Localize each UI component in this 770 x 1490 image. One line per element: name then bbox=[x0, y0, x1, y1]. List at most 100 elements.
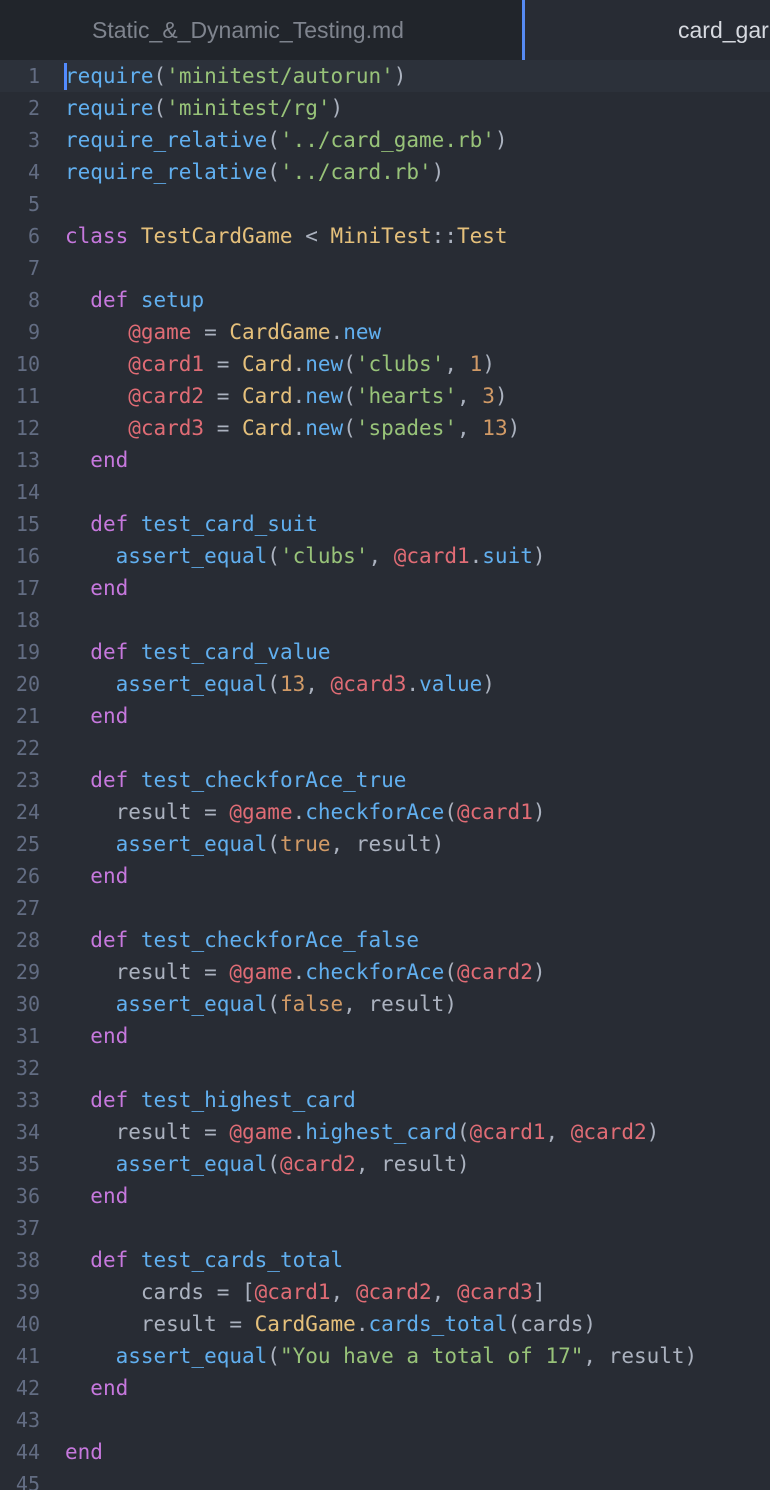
code-line[interactable]: 24 result = @game.checkforAce(@card1) bbox=[0, 796, 770, 828]
code-token: . bbox=[469, 544, 483, 568]
code-text: def test_cards_total bbox=[65, 1244, 343, 1276]
code-line[interactable]: 34 result = @game.highest_card(@card1, @… bbox=[0, 1116, 770, 1148]
code-line[interactable]: 41 assert_equal("You have a total of 17"… bbox=[0, 1340, 770, 1372]
code-editor[interactable]: 1 require('minitest/autorun') 2 require('mi… bbox=[0, 60, 770, 1490]
code-token: @card1 bbox=[128, 352, 205, 376]
code-text: assert_equal(13, @card3.value) bbox=[65, 668, 495, 700]
code-line[interactable]: 11 @card2 = Card.new('hearts', 3) bbox=[0, 380, 770, 412]
code-token: ( bbox=[444, 800, 457, 824]
code-token: require_relative bbox=[65, 128, 268, 152]
code-line[interactable]: 16 assert_equal('clubs', @card1.suit) bbox=[0, 540, 770, 572]
code-line[interactable]: 10 @card1 = Card.new('clubs', 1) bbox=[0, 348, 770, 380]
code-line[interactable]: 33 def test_highest_card bbox=[0, 1084, 770, 1116]
code-line[interactable]: 43 bbox=[0, 1404, 770, 1436]
code-token: ( bbox=[343, 416, 356, 440]
code-token: assert_equal bbox=[115, 544, 268, 568]
code-line[interactable]: 17 end bbox=[0, 572, 770, 604]
code-line[interactable]: 29 result = @game.checkforAce(@card2) bbox=[0, 956, 770, 988]
code-text: assert_equal(false, result) bbox=[65, 988, 457, 1020]
code-line[interactable]: 4 require_relative('../card.rb') bbox=[0, 156, 770, 188]
code-token: suit bbox=[482, 544, 533, 568]
line-number: 38 bbox=[15, 1248, 40, 1272]
code-token: 'minitest/autorun' bbox=[166, 64, 394, 88]
code-line[interactable]: 42 end bbox=[0, 1372, 770, 1404]
code-line[interactable]: 14 bbox=[0, 476, 770, 508]
code-token: new bbox=[305, 416, 344, 440]
code-token: , result) bbox=[583, 1344, 698, 1368]
code-token: . bbox=[292, 960, 306, 984]
code-line[interactable]: 45 bbox=[0, 1468, 770, 1490]
code-line[interactable]: 38 def test_cards_total bbox=[0, 1244, 770, 1276]
code-line[interactable]: 19 def test_card_value bbox=[0, 636, 770, 668]
code-line[interactable]: 7 bbox=[0, 252, 770, 284]
code-line[interactable]: 21 end bbox=[0, 700, 770, 732]
code-token: = bbox=[191, 320, 230, 344]
tab-card-game-test[interactable]: card_gar bbox=[522, 0, 770, 60]
code-line[interactable]: 15 def test_card_suit bbox=[0, 508, 770, 540]
code-token: 'minitest/rg' bbox=[166, 96, 331, 120]
code-line[interactable]: 39 cards = [@card1, @card2, @card3] bbox=[0, 1276, 770, 1308]
code-token: ( bbox=[267, 544, 280, 568]
code-line[interactable]: 18 bbox=[0, 604, 770, 636]
code-line[interactable]: 36 end bbox=[0, 1180, 770, 1212]
code-line[interactable]: 32 bbox=[0, 1052, 770, 1084]
code-token: '../card_game.rb' bbox=[279, 128, 495, 152]
code-line[interactable]: 3 require_relative('../card_game.rb') bbox=[0, 124, 770, 156]
code-token: ( bbox=[267, 672, 280, 696]
code-line[interactable]: 28 def test_checkforAce_false bbox=[0, 924, 770, 956]
code-token: ( bbox=[267, 1152, 280, 1176]
code-text: require_relative('../card.rb') bbox=[65, 156, 444, 188]
code-line[interactable]: 13 end bbox=[0, 444, 770, 476]
code-line[interactable]: 37 bbox=[0, 1212, 770, 1244]
code-line[interactable]: 22 bbox=[0, 732, 770, 764]
code-token: assert_equal bbox=[115, 1344, 268, 1368]
line-number: 21 bbox=[15, 704, 40, 728]
code-line[interactable]: 26 end bbox=[0, 860, 770, 892]
code-token: @card2 bbox=[456, 960, 533, 984]
code-token: @card2 bbox=[279, 1152, 356, 1176]
code-text: end bbox=[65, 1436, 103, 1468]
code-line[interactable]: 40 result = CardGame.cards_total(cards) bbox=[0, 1308, 770, 1340]
code-token: , bbox=[457, 416, 483, 440]
code-line[interactable]: 30 assert_equal(false, result) bbox=[0, 988, 770, 1020]
code-text: result = @game.checkforAce(@card1) bbox=[65, 796, 546, 828]
line-number: 32 bbox=[15, 1056, 40, 1080]
code-token: ( bbox=[267, 832, 280, 856]
code-token: @card2 bbox=[128, 384, 205, 408]
code-line[interactable]: 6 class TestCardGame < MiniTest::Test bbox=[0, 220, 770, 252]
code-line[interactable]: 2 require('minitest/rg') bbox=[0, 92, 770, 124]
line-number: 40 bbox=[15, 1312, 40, 1336]
code-line[interactable]: 44 end bbox=[0, 1436, 770, 1468]
code-token: TestCardGame bbox=[140, 224, 293, 248]
code-line[interactable]: 27 bbox=[0, 892, 770, 924]
code-token: test_checkforAce_false bbox=[140, 928, 420, 952]
code-line[interactable]: 5 bbox=[0, 188, 770, 220]
code-line[interactable]: 9 @game = CardGame.new bbox=[0, 316, 770, 348]
code-token: ( bbox=[267, 992, 280, 1016]
code-token: test_card_value bbox=[140, 640, 331, 664]
code-line[interactable]: 8 def setup bbox=[0, 284, 770, 316]
code-line[interactable]: 1 require('minitest/autorun') bbox=[0, 60, 770, 92]
code-token: , result) bbox=[343, 992, 457, 1016]
code-line[interactable]: 23 def test_checkforAce_true bbox=[0, 764, 770, 796]
code-line[interactable]: 25 assert_equal(true, result) bbox=[0, 828, 770, 860]
code-text: end bbox=[65, 572, 128, 604]
code-token: assert_equal bbox=[115, 672, 268, 696]
code-line[interactable]: 35 assert_equal(@card2, result) bbox=[0, 1148, 770, 1180]
code-token: @card3 bbox=[128, 416, 205, 440]
code-token: ] bbox=[532, 1280, 546, 1304]
line-number: 6 bbox=[27, 224, 40, 248]
code-token: end bbox=[90, 1184, 129, 1208]
code-line[interactable]: 20 assert_equal(13, @card3.value) bbox=[0, 668, 770, 700]
code-line[interactable]: 31 end bbox=[0, 1020, 770, 1052]
code-text: @card2 = Card.new('hearts', 3) bbox=[65, 380, 507, 412]
code-line[interactable]: 12 @card3 = Card.new('spades', 13) bbox=[0, 412, 770, 444]
tab-static-dynamic-testing[interactable]: Static_&_Dynamic_Testing.md bbox=[0, 0, 522, 60]
code-token: 'hearts' bbox=[355, 384, 457, 408]
